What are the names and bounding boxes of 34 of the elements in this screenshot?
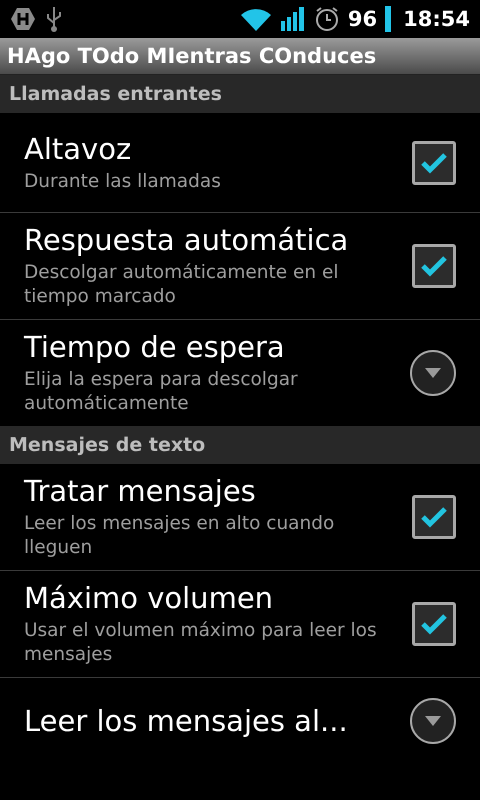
setting-title: Altavoz	[24, 132, 132, 166]
setting-summary: Usar el volumen máximo para leer los mensajes	[24, 619, 378, 667]
setting-summary: Durante las llamadas	[24, 170, 222, 194]
battery-level: 96	[348, 7, 378, 31]
caret-icon	[425, 716, 441, 726]
signal-icon	[280, 7, 306, 31]
clock-time: 18:54	[403, 7, 470, 31]
setting-summary: Descolgar automáticamente en el tiempo marcado	[24, 261, 340, 309]
setting-title: Tratar mensajes	[24, 474, 257, 508]
checkbox[interactable]	[412, 495, 456, 539]
checkmark-icon	[420, 613, 448, 635]
checkmark-icon	[420, 255, 448, 277]
window-title: HAgo TOdo MIentras COnduces	[7, 44, 376, 68]
dropdown-button[interactable]	[410, 698, 456, 744]
setting-summary: Elija la espera para descolgar automáticamente	[24, 368, 299, 416]
setting-title: Máximo volumen	[24, 581, 274, 615]
checkbox[interactable]	[412, 244, 456, 288]
dropdown-button[interactable]	[410, 350, 456, 396]
setting-title: Leer los mensajes al...	[24, 704, 349, 738]
alarm-icon	[314, 6, 340, 32]
section-header: Llamadas entrantes	[9, 83, 222, 105]
setting-title: Tiempo de espera	[24, 330, 286, 364]
checkbox[interactable]	[412, 140, 456, 184]
checkmark-icon	[420, 152, 448, 174]
checkmark-icon	[420, 506, 448, 528]
usb-icon	[44, 5, 64, 33]
battery-icon	[385, 6, 392, 32]
hexagon-h-icon	[10, 6, 36, 32]
section-header: Mensajes de texto	[9, 434, 206, 456]
wifi-icon	[240, 6, 272, 32]
caret-icon	[425, 368, 441, 378]
setting-title: Respuesta automática	[24, 223, 350, 257]
checkbox[interactable]	[412, 602, 456, 646]
setting-summary: Leer los mensajes en alto cuando lleguen	[24, 512, 336, 560]
